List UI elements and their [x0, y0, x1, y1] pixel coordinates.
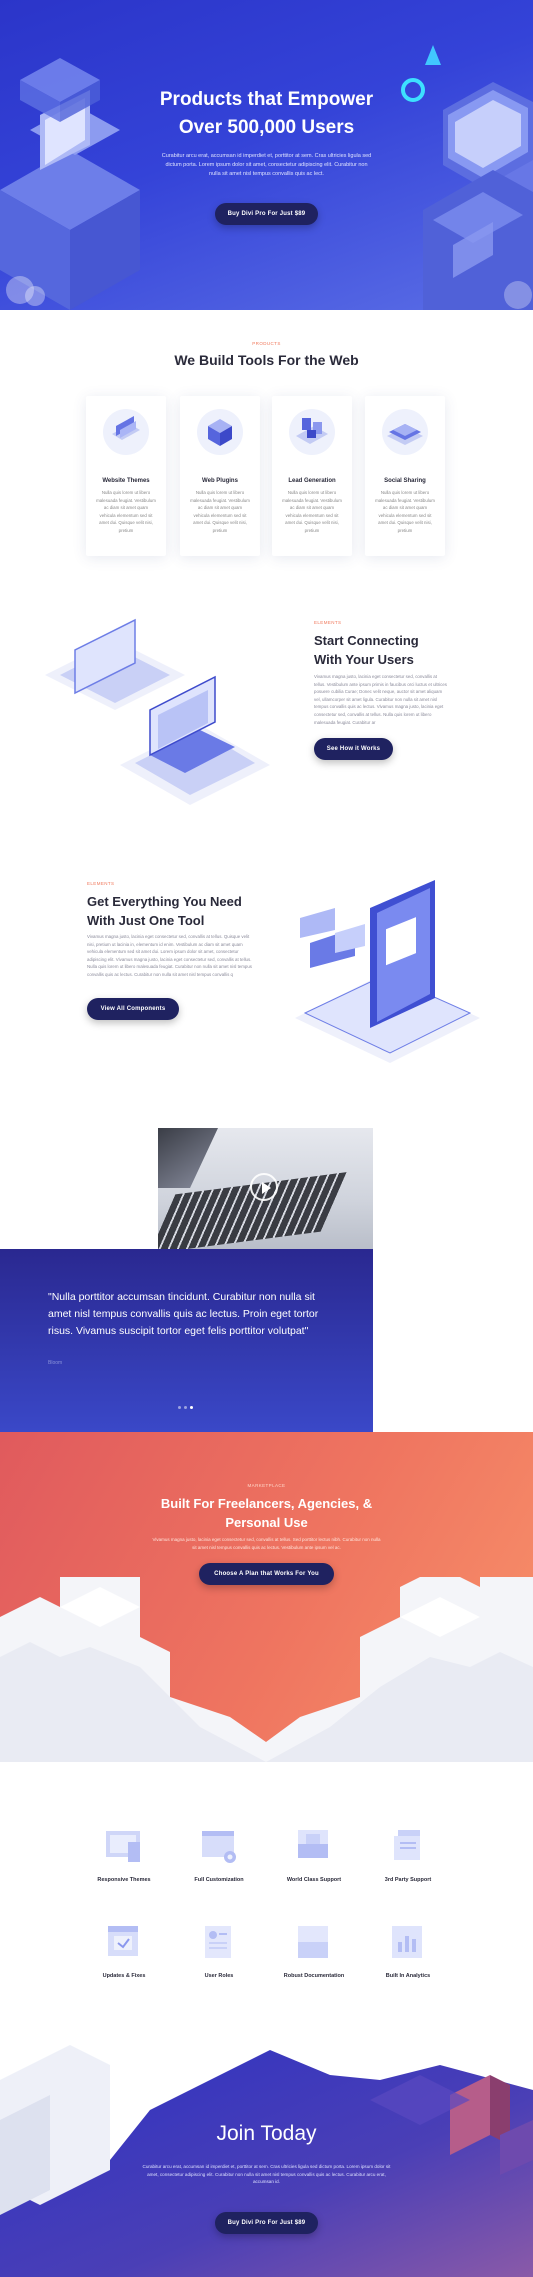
play-video-button[interactable]	[250, 1173, 278, 1201]
tool-card-text: Nulla quis lorem ut libero malesuada feu…	[190, 490, 250, 533]
update-window-icon	[108, 1926, 138, 1956]
connect-title: Start Connecting With Your Users	[314, 631, 504, 669]
freelance-text: Vivamus magna justo, lacinia eget consec…	[152, 1537, 381, 1550]
connect-title-line-1: Start Connecting	[314, 633, 419, 648]
carousel-dot-active[interactable]	[189, 1406, 193, 1409]
feature-robust-documentation: Robust Documentation	[269, 1924, 359, 1979]
freelance-title-line-1: Built For Freelancers, Agencies, &	[160, 1496, 373, 1511]
tool-card-text: Nulla quis lorem ut libero malesuada feu…	[375, 490, 435, 533]
freelance-title: Built For Freelancers, Agencies, & Perso…	[0, 1494, 533, 1532]
user-roles-icon	[205, 1926, 231, 1958]
cube-stack-icon	[197, 409, 243, 455]
hero-left-illustration	[0, 58, 140, 310]
join-background	[0, 2045, 533, 2277]
everything-kicker: ELEMENTS	[87, 881, 115, 886]
tool-card-title: Social Sharing	[384, 478, 426, 484]
hero-title-line-1: Products that Empower	[159, 89, 374, 110]
laptop-photo	[158, 1128, 373, 1250]
feature-label: Responsive Themes	[97, 1877, 151, 1883]
hero-subtitle: Curabitur arcu erat, accumsan id imperdi…	[161, 153, 372, 177]
hero-buy-button[interactable]: Buy Divi Pro For Just $89	[215, 203, 318, 225]
join-text: Curabitur arcu erat, accumsan id imperdi…	[142, 2164, 391, 2185]
freelance-kicker: MARKETPLACE	[247, 1483, 286, 1488]
feature-third-party-support: 3rd Party Support	[363, 1828, 453, 1883]
funnel-grid-icon	[289, 409, 335, 455]
join-buy-button[interactable]: Buy Divi Pro For Just $89	[215, 2212, 318, 2234]
analytics-chart-icon	[392, 1926, 422, 1958]
feature-updates-fixes: Updates & Fixes	[79, 1924, 169, 1979]
tool-card-text: Nulla quis lorem ut libero malesuada feu…	[282, 490, 342, 533]
hero-right-illustration	[401, 45, 533, 310]
hero-section: Products that Empower Over 500,000 Users…	[0, 0, 533, 310]
layered-plates-icon	[382, 409, 428, 455]
hero-title-line-2: Over 500,000 Users	[178, 117, 355, 138]
freelance-section	[0, 1432, 533, 1762]
choose-plan-button[interactable]: Choose A Plan that Works For You	[199, 1563, 334, 1585]
tool-card-text: Nulla quis lorem ut libero malesuada feu…	[96, 490, 156, 533]
carousel-dot[interactable]	[183, 1406, 187, 1409]
devices-illustration	[295, 880, 480, 1063]
documentation-icon	[298, 1926, 328, 1958]
connect-title-line-2: With Your Users	[314, 652, 414, 667]
tool-card-title: Website Themes	[102, 478, 150, 484]
connect-text: Vivamus magna justo, lacinia eget consec…	[314, 674, 447, 725]
tools-kicker: PRODUCTS	[252, 341, 281, 346]
carousel-dots[interactable]	[176, 1396, 194, 1414]
testimonial-author: Bloom	[48, 1360, 63, 1366]
feature-label: Robust Documentation	[283, 1973, 345, 1979]
everything-title-line-1: Get Everything You Need	[87, 894, 242, 909]
everything-text: Vivamus magna justo, lacinia eget consec…	[87, 934, 252, 977]
tool-card-lead-generation[interactable]: Lead Generation Nulla quis lorem ut libe…	[272, 396, 352, 556]
tools-title: We Build Tools For the Web	[174, 352, 359, 368]
view-all-components-button[interactable]: View All Components	[87, 998, 179, 1020]
play-icon	[262, 1182, 271, 1194]
browser-layers-icon	[103, 409, 149, 455]
settings-panel-icon	[202, 1831, 236, 1863]
laptops-illustration	[45, 618, 270, 805]
feature-full-customization: Full Customization	[174, 1828, 264, 1883]
feature-label: User Roles	[204, 1973, 234, 1979]
feature-label: Built In Analytics	[385, 1973, 431, 1979]
feature-responsive-themes: Responsive Themes	[79, 1828, 169, 1883]
everything-title: Get Everything You Need With Just One To…	[87, 892, 317, 930]
tool-card-website-themes[interactable]: Website Themes Nulla quis lorem ut liber…	[86, 396, 166, 556]
everything-title-line-2: With Just One Tool	[87, 913, 205, 928]
feature-label: Updates & Fixes	[102, 1973, 146, 1979]
feature-label: World Class Support	[286, 1877, 342, 1883]
tool-card-web-plugins[interactable]: Web Plugins Nulla quis lorem ut libero m…	[180, 396, 260, 556]
feature-label: 3rd Party Support	[384, 1877, 432, 1883]
hero-title: Products that Empower Over 500,000 Users	[0, 86, 533, 142]
freelance-title-line-2: Personal Use	[225, 1515, 308, 1530]
join-section	[0, 2040, 533, 2277]
tool-card-title: Web Plugins	[202, 478, 238, 484]
join-title: Join Today	[216, 2122, 317, 2145]
tool-card-social-sharing[interactable]: Social Sharing Nulla quis lorem ut liber…	[365, 396, 445, 556]
see-how-it-works-button[interactable]: See How it Works	[314, 738, 393, 760]
feature-label: Full Customization	[194, 1877, 244, 1883]
feature-world-class-support: World Class Support	[269, 1828, 359, 1883]
support-inbox-icon	[298, 1830, 328, 1858]
connect-kicker: ELEMENTS	[314, 620, 342, 625]
responsive-devices-icon	[106, 1831, 140, 1862]
feature-built-in-analytics: Built In Analytics	[363, 1924, 453, 1979]
tool-card-title: Lead Generation	[288, 478, 336, 484]
carousel-dot[interactable]	[177, 1406, 181, 1409]
testimonial-quote: "Nulla porttitor accumsan tincidunt. Cur…	[48, 1291, 319, 1337]
feature-user-roles: User Roles	[174, 1924, 264, 1979]
layered-docs-icon	[394, 1830, 420, 1860]
city-silhouette	[0, 1577, 533, 1762]
